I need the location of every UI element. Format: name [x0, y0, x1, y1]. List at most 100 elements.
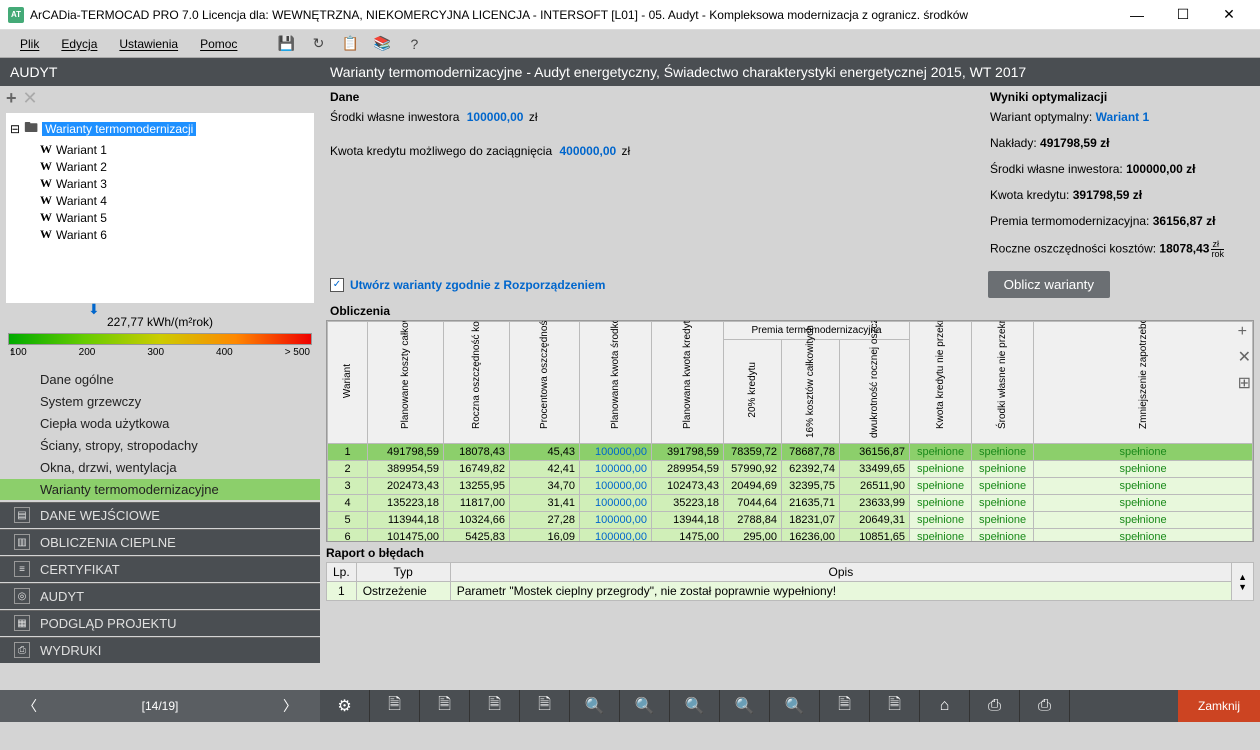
close-button[interactable]: ✕ [1206, 0, 1252, 30]
nav-item[interactable]: Ściany, stropy, stropodachy [0, 435, 320, 456]
tree-item[interactable]: WWariant 3 [40, 175, 310, 192]
err-typ: Ostrzeżenie [356, 582, 450, 601]
book-icon[interactable]: 📚 [371, 33, 393, 55]
err-col-typ: Typ [356, 563, 450, 582]
minimize-button[interactable]: — [1114, 0, 1160, 30]
section-item[interactable]: ◎AUDYT [0, 583, 320, 609]
section-icon: ▦ [14, 615, 30, 631]
footer-tool-5[interactable]: 🔍 [570, 690, 620, 722]
tree-item[interactable]: WWariant 2 [40, 158, 310, 175]
page-indicator: [14/19] [60, 699, 260, 713]
table-row[interactable]: 5113944,1810324,6627,28100000,0013944,18… [328, 512, 1253, 529]
section-item[interactable]: ▦PODGLĄD PROJEKTU [0, 610, 320, 636]
tree-item[interactable]: WWariant 6 [40, 226, 310, 243]
tree-item[interactable]: WWariant 5 [40, 209, 310, 226]
gauge-tick: 400 [216, 347, 233, 358]
nav-item[interactable]: Okna, drzwi, wentylacja [0, 457, 320, 478]
app-icon: AT [8, 7, 24, 23]
menu-ustawienia[interactable]: Ustawienia [109, 34, 188, 54]
col-plan-srodki: Planowana kwota środków własnych [610, 333, 621, 429]
table-row[interactable]: 6101475,005425,8316,09100000,001475,0029… [328, 529, 1253, 543]
maximize-button[interactable]: ☐ [1160, 0, 1206, 30]
footer-tool-11[interactable]: 🗎 [870, 690, 920, 722]
section-icon: ≡ [14, 561, 30, 577]
add-icon[interactable]: + [6, 88, 17, 109]
gauge-pointer-icon: ↑ [9, 347, 14, 358]
section-item[interactable]: ▤DANE WEJŚCIOWE [0, 502, 320, 528]
page-next-button[interactable]: 〉 [260, 696, 320, 716]
nav-item[interactable]: System grzewczy [0, 391, 320, 412]
remove-icon[interactable]: ✕ [23, 88, 38, 109]
gauge-tick: 300 [147, 347, 164, 358]
create-variants-checkbox[interactable]: ✓ [330, 278, 344, 292]
col-plan-kredyt: Planowana kwota kredytu [682, 333, 693, 429]
table-row[interactable]: 3202473,4313255,9534,70100000,00102473,4… [328, 478, 1253, 495]
clipboard-icon[interactable]: 📋 [339, 33, 361, 55]
nav-item[interactable]: Ciepła woda użytkowa [0, 413, 320, 434]
optimal-value: Wariant 1 [1096, 110, 1150, 124]
kredyt2-label: Kwota kredytu: [990, 188, 1069, 202]
err-col-lp: Lp. [327, 563, 357, 582]
footer-tool-4[interactable]: 🗎 [520, 690, 570, 722]
col-plan-koszty: Planowane koszty całkowite [400, 333, 411, 429]
section-item[interactable]: ▥OBLICZENIA CIEPLNE [0, 529, 320, 555]
table-add-icon[interactable]: + [1238, 323, 1251, 341]
help-icon[interactable]: ? [403, 33, 425, 55]
footer-tool-13[interactable]: ⎙ [970, 690, 1020, 722]
srodki-label: Środki własne inwestora [330, 110, 459, 124]
premia-value: 36156,87 zł [1153, 214, 1216, 228]
footer-tool-14[interactable]: ⎙ [1020, 690, 1070, 722]
footer-tool-6[interactable]: 🔍 [620, 690, 670, 722]
footer-tool-10[interactable]: 🗎 [820, 690, 870, 722]
footer-tool-1[interactable]: 🗎 [370, 690, 420, 722]
srodki-unit: zł [529, 110, 538, 124]
footer-tool-7[interactable]: 🔍 [670, 690, 720, 722]
tree-item[interactable]: WWariant 4 [40, 192, 310, 209]
srodki-value[interactable]: 100000,00 [467, 110, 524, 124]
footer-tool-3[interactable]: 🗎 [470, 690, 520, 722]
tree-root-label[interactable]: Warianty termomodernizacji [42, 122, 196, 136]
calc-table[interactable]: + ✕ ⊞ Wariant Planowane koszty całkowite… [326, 320, 1254, 542]
footer-tool-12[interactable]: ⌂ [920, 690, 970, 722]
variants-tree[interactable]: ⊟ 🖿 Warianty termomodernizacji WWariant … [6, 113, 314, 303]
menu-plik[interactable]: Plik [10, 34, 49, 54]
menu-edycja[interactable]: Edycja [51, 34, 107, 54]
footer-tool-2[interactable]: 🗎 [420, 690, 470, 722]
titlebar: AT ArCADia-TERMOCAD PRO 7.0 Licencja dla… [0, 0, 1260, 30]
tree-root[interactable]: ⊟ 🖿 Warianty termomodernizacji [10, 117, 310, 141]
err-opis: Parametr "Mostek cieplny przegrody", nie… [450, 582, 1231, 601]
table-row[interactable]: 4135223,1811817,0031,41100000,0035223,18… [328, 495, 1253, 512]
calculate-button[interactable]: Oblicz warianty [988, 271, 1110, 298]
col-p20: 20% kredytu [747, 362, 758, 418]
kredyt-value[interactable]: 400000,00 [559, 144, 616, 158]
create-variants-label[interactable]: Utwórz warianty zgodnie z Rozporządzenie… [350, 278, 605, 292]
naklady-value: 491798,59 zł [1040, 136, 1109, 150]
footer-tool-0[interactable]: ⚙ [320, 690, 370, 722]
footer-tool-9[interactable]: 🔍 [770, 690, 820, 722]
table-row[interactable]: 2389954,5916749,8242,41100000,00289954,5… [328, 461, 1253, 478]
nav-item[interactable]: Warianty termomodernizacyjne [0, 479, 320, 500]
errors-title: Raport o błędach [326, 546, 1254, 560]
errors-panel: Raport o błędach Lp. Typ Opis ▲▼ 1 Ostrz… [326, 546, 1254, 601]
refresh-icon[interactable]: ↻ [307, 33, 329, 55]
table-calc-icon[interactable]: ⊞ [1238, 373, 1251, 393]
section-item[interactable]: ⎙WYDRUKI [0, 637, 320, 663]
section-item[interactable]: ≡CERTYFIKAT [0, 556, 320, 582]
table-row[interactable]: 1491798,5918078,4345,43100000,00391798,5… [328, 444, 1253, 461]
save-icon[interactable]: 💾 [275, 33, 297, 55]
err-lp: 1 [327, 582, 357, 601]
footer-tool-8[interactable]: 🔍 [720, 690, 770, 722]
energy-gauge: ⬇ 227,77 kWh/(m²rok) ↑ 100200300400> 500 [0, 311, 320, 362]
menu-pomoc[interactable]: Pomoc [190, 34, 247, 54]
page-prev-button[interactable]: 〈 [0, 696, 60, 716]
wyniki-title: Wyniki optymalizacji [990, 90, 1250, 104]
footer-close-button[interactable]: Zamknij [1178, 690, 1260, 722]
section-icon: ▥ [14, 534, 30, 550]
calc-title: Obliczenia [320, 304, 1260, 320]
roczne-value: 18078,43 [1159, 242, 1209, 256]
table-remove-icon[interactable]: ✕ [1238, 347, 1251, 367]
err-scroll-up[interactable]: ▲▼ [1232, 563, 1254, 601]
nav-item[interactable]: Dane ogólne [0, 369, 320, 390]
section-icon: ⎙ [14, 642, 30, 658]
tree-item[interactable]: WWariant 1 [40, 141, 310, 158]
